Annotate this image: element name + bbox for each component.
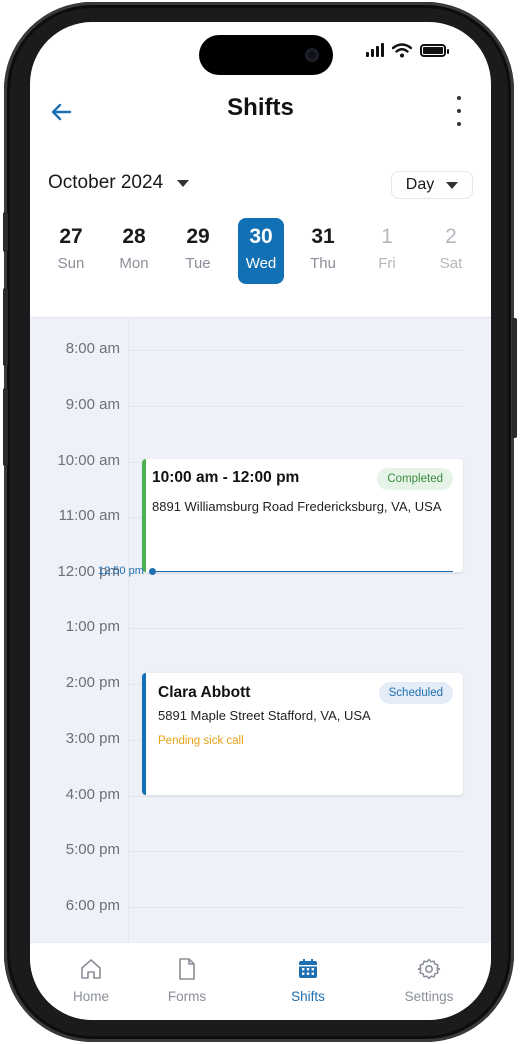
day-of-week: Sat bbox=[439, 255, 463, 272]
month-label: October 2024 bbox=[48, 172, 164, 193]
hour-label: 9:00 am bbox=[65, 396, 120, 413]
tab-forms[interactable]: Forms bbox=[142, 957, 232, 1004]
hour-gridline bbox=[128, 851, 463, 852]
day-number: 28 bbox=[122, 225, 146, 248]
status-bar bbox=[366, 41, 449, 59]
day-wed-selected[interactable]: 30 Wed bbox=[238, 218, 284, 284]
view-mode-dropdown[interactable]: Day bbox=[391, 171, 473, 199]
current-time-line bbox=[153, 571, 453, 572]
day-timeline[interactable]: 8:00 am 9:00 am 10:00 am 11:00 am 12:00 … bbox=[30, 317, 491, 943]
battery-icon bbox=[420, 43, 449, 57]
view-mode-label: Day bbox=[405, 176, 435, 193]
tab-label: Shifts bbox=[291, 989, 325, 1004]
hour-label: 11:00 am bbox=[58, 507, 120, 524]
pending-sick-call-note: Pending sick call bbox=[158, 735, 244, 747]
current-time-dot bbox=[149, 568, 156, 575]
camera-icon bbox=[305, 48, 319, 62]
gear-icon bbox=[417, 958, 441, 980]
tab-label: Settings bbox=[404, 989, 454, 1004]
day-of-week: Thu bbox=[310, 255, 336, 272]
tab-label: Home bbox=[72, 989, 109, 1004]
document-icon bbox=[179, 958, 195, 980]
week-day-strip: 27 Sun 28 Mon 29 Tue 30 Wed 31 Thu 1 Fri… bbox=[44, 218, 484, 286]
page-title: Shifts bbox=[227, 94, 294, 121]
calendar-icon bbox=[299, 959, 317, 978]
status-accent-bar bbox=[142, 673, 146, 795]
status-accent-bar bbox=[142, 459, 146, 572]
tab-home[interactable]: Home bbox=[46, 957, 136, 1004]
day-number: 31 bbox=[311, 225, 335, 248]
day-number: 29 bbox=[186, 225, 210, 248]
chevron-down-icon bbox=[177, 179, 190, 187]
hour-label: 6:00 pm bbox=[65, 897, 120, 914]
day-fri[interactable]: 1 Fri bbox=[363, 218, 411, 284]
hour-gridline bbox=[128, 628, 463, 629]
hour-label: 8:00 am bbox=[65, 340, 120, 357]
shift-time-range: 10:00 am - 12:00 pm bbox=[152, 469, 300, 486]
wifi-icon bbox=[392, 42, 412, 57]
dynamic-island bbox=[199, 35, 333, 75]
status-badge: Completed bbox=[377, 468, 453, 490]
tab-shifts[interactable]: Shifts bbox=[263, 957, 353, 1004]
bottom-tab-bar: Home Forms Shifts Settings bbox=[30, 942, 491, 1020]
hour-label: 4:00 pm bbox=[65, 786, 120, 803]
shift-card-scheduled[interactable]: Clara Abbott Scheduled 5891 Maple Street… bbox=[142, 673, 463, 795]
day-of-week: Fri bbox=[378, 255, 396, 272]
timeline-divider bbox=[128, 318, 129, 943]
day-mon[interactable]: 28 Mon bbox=[110, 218, 158, 284]
shift-card-completed[interactable]: 10:00 am - 12:00 pm Completed 8891 Willi… bbox=[142, 459, 463, 572]
hour-gridline bbox=[128, 796, 463, 797]
day-of-week: Tue bbox=[185, 255, 211, 272]
screen: Shifts October 2024 Day 27 Sun 28 Mon 29… bbox=[30, 22, 491, 1020]
day-of-week: Wed bbox=[245, 255, 277, 272]
current-time-label: 12:50 pm bbox=[98, 565, 144, 577]
hour-label: 1:00 pm bbox=[65, 618, 120, 635]
hour-label: 5:00 pm bbox=[65, 841, 120, 858]
day-tue[interactable]: 29 Tue bbox=[174, 218, 222, 284]
volume-down-button bbox=[3, 388, 8, 466]
volume-up-button bbox=[3, 288, 8, 366]
hour-gridline bbox=[128, 573, 463, 574]
tab-label: Forms bbox=[167, 989, 207, 1004]
home-icon bbox=[81, 959, 101, 979]
month-selector[interactable]: October 2024 bbox=[48, 172, 190, 194]
day-of-week: Sun bbox=[57, 255, 85, 272]
chevron-down-icon bbox=[446, 181, 459, 189]
day-sun[interactable]: 27 Sun bbox=[47, 218, 95, 284]
shift-address: 8891 Williamsburg Road Fredericksburg, V… bbox=[152, 499, 442, 514]
hour-gridline bbox=[128, 350, 463, 351]
hour-label: 3:00 pm bbox=[65, 730, 120, 747]
day-sat[interactable]: 2 Sat bbox=[427, 218, 475, 284]
day-number: 2 bbox=[445, 225, 457, 248]
power-button bbox=[512, 318, 517, 438]
hour-gridline bbox=[128, 907, 463, 908]
day-thu[interactable]: 31 Thu bbox=[299, 218, 347, 284]
day-of-week: Mon bbox=[119, 255, 149, 272]
shift-address: 5891 Maple Street Stafford, VA, USA bbox=[158, 708, 371, 723]
tab-settings[interactable]: Settings bbox=[384, 957, 474, 1004]
day-number: 30 bbox=[249, 225, 273, 248]
hour-gridline bbox=[128, 406, 463, 407]
day-number: 27 bbox=[59, 225, 83, 248]
status-badge: Scheduled bbox=[378, 682, 453, 704]
app-header: Shifts bbox=[30, 84, 491, 138]
day-number: 1 bbox=[381, 225, 393, 248]
action-button bbox=[3, 212, 8, 252]
cellular-signal-icon bbox=[366, 43, 384, 57]
more-options-icon[interactable] bbox=[450, 96, 468, 126]
shift-person-name: Clara Abbott bbox=[158, 684, 251, 701]
hour-label: 2:00 pm bbox=[65, 674, 120, 691]
hour-label: 10:00 am bbox=[57, 452, 120, 469]
